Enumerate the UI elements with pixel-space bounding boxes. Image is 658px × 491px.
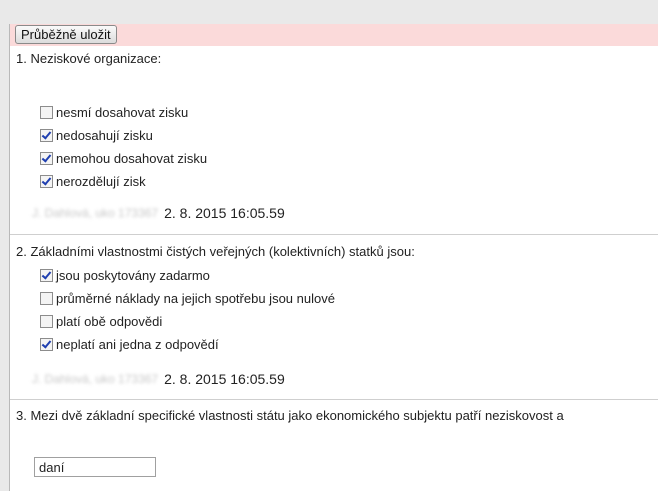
- question-2-option-2[interactable]: průměrné náklady na jejich spotřebu jsou…: [40, 290, 335, 306]
- option-label: nedosahují zisku: [56, 127, 153, 143]
- question-2-meta: J. Dahlová, uko 173367 2. 8. 2015 16:05.…: [32, 371, 285, 387]
- question-1-option-1[interactable]: nesmí dosahovat zisku: [40, 104, 188, 120]
- question-3-title: 3. Mezi dvě základní specifické vlastnos…: [16, 408, 564, 423]
- option-label: nemohou dosahovat zisku: [56, 150, 208, 166]
- question-2-option-1[interactable]: jsou poskytovány zadarmo: [40, 267, 210, 283]
- checkbox-checked[interactable]: [40, 151, 53, 165]
- question-3-answer-input[interactable]: [34, 457, 156, 477]
- quiz-frame: Průběžně uložit 1. Neziskové organizace:…: [9, 24, 658, 491]
- author-redacted: J. Dahlová, uko 173367: [32, 372, 159, 386]
- question-2-option-3[interactable]: platí obě odpovědi: [40, 313, 162, 329]
- checkbox-checked[interactable]: [40, 174, 53, 188]
- timestamp: 2. 8. 2015 16:05.59: [164, 371, 285, 387]
- checkbox[interactable]: [40, 291, 53, 305]
- save-progress-button[interactable]: Průběžně uložit: [15, 25, 117, 44]
- option-label: platí obě odpovědi: [56, 313, 163, 329]
- author-redacted: J. Dahlová, uko 173367: [32, 206, 159, 220]
- question-2-title: 2. Základními vlastnostmi čistých veřejn…: [16, 244, 415, 259]
- divider: [10, 399, 658, 400]
- option-label: neplatí ani jedna z odpovědí: [56, 336, 219, 352]
- option-label: průměrné náklady na jejich spotřebu jsou…: [56, 290, 335, 306]
- question-2-option-4[interactable]: neplatí ani jedna z odpovědí: [40, 336, 219, 352]
- option-label: nesmí dosahovat zisku: [56, 104, 189, 120]
- question-1-meta: J. Dahlová, uko 173367 2. 8. 2015 16:05.…: [32, 205, 285, 221]
- checkbox[interactable]: [40, 105, 53, 119]
- question-1-option-4[interactable]: nerozdělují zisk: [40, 173, 146, 189]
- checkbox-checked[interactable]: [40, 128, 53, 142]
- option-label: jsou poskytovány zadarmo: [56, 267, 210, 283]
- question-1-option-2[interactable]: nedosahují zisku: [40, 127, 153, 143]
- checkbox-checked[interactable]: [40, 268, 53, 282]
- option-label: nerozdělují zisk: [56, 173, 146, 189]
- toolbar: Průběžně uložit: [10, 24, 658, 46]
- checkbox[interactable]: [40, 314, 53, 328]
- timestamp: 2. 8. 2015 16:05.59: [164, 205, 285, 221]
- question-1-option-3[interactable]: nemohou dosahovat zisku: [40, 150, 207, 166]
- checkbox-checked[interactable]: [40, 337, 53, 351]
- question-1-title: 1. Neziskové organizace:: [16, 51, 162, 66]
- divider: [10, 234, 658, 235]
